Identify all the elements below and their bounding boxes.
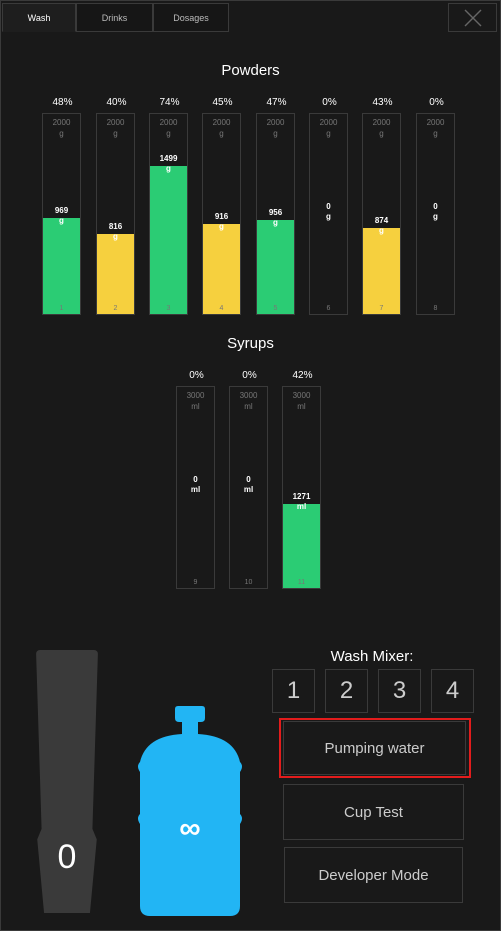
tank-fill-level [257,220,294,314]
syrup-tank-10: 0% 3000 ml 0 ml 10 [229,370,268,589]
tank-capacity: 2000 g [372,118,391,138]
wash-mixer-button-4[interactable]: 4 [431,669,474,713]
wash-mixer-button-1[interactable]: 1 [272,669,315,713]
tank-capacity: 3000 ml [239,391,258,411]
tank-fill-level [43,218,80,314]
close-button[interactable] [448,3,497,32]
tank-number: 3 [166,305,171,312]
tank-percent: 43% [372,97,393,108]
water-level-label: ∞ [179,812,201,845]
syrup-tank-11: 42% 3000 ml 1271 ml 11 [282,370,321,589]
tank-number: 7 [379,305,384,312]
powder-tank-8: 0% 2000 g 0 g 8 [416,97,455,315]
powder-tank-2: 40% 2000 g 816 g 2 [96,97,135,315]
tank-percent: 0% [242,370,257,381]
tab-wash[interactable]: Wash [2,3,76,32]
water-bottle-icon [138,706,242,916]
powder-tank-6: 0% 2000 g 0 g 6 [309,97,348,315]
tank-percent: 45% [212,97,233,108]
powder-tank-1: 48% 2000 g 969 g 1 [42,97,81,315]
tank-fill-level [283,504,320,588]
tab-dosages[interactable]: Dosages [153,3,229,32]
powder-tank-7: 43% 2000 g 874 g 7 [362,97,401,315]
tank-fill-level [150,166,187,314]
tank-percent: 0% [322,97,337,108]
tank-capacity: 2000 g [266,118,285,138]
powder-tank-4: 45% 2000 g 916 g 4 [202,97,241,315]
tank-number: 6 [326,305,331,312]
tank-percent: 0% [429,97,444,108]
tank-current-amount: 0 ml [190,475,201,494]
tank-capacity: 2000 g [52,118,71,138]
wash-mixer-button-2[interactable]: 2 [325,669,368,713]
tank-current-amount: 969 g [54,206,69,225]
tank-capacity: 2000 g [319,118,338,138]
tank-percent: 0% [189,370,204,381]
developer-mode-button[interactable]: Developer Mode [284,847,463,903]
tank-current-amount: 916 g [214,212,229,231]
syrup-tank-9: 0% 3000 ml 0 ml 9 [176,370,215,589]
tab-drinks[interactable]: Drinks [76,3,153,32]
tank-percent: 48% [52,97,73,108]
tank-number: 5 [273,305,278,312]
powder-tank-5: 47% 2000 g 956 g 5 [256,97,295,315]
powders-title: Powders [221,62,280,79]
cup-test-button[interactable]: Cup Test [283,784,464,840]
powder-tank-3: 74% 2000 g 1499 g 3 [149,97,188,315]
tank-capacity: 2000 g [212,118,231,138]
selection-highlight [279,718,471,778]
tank-capacity: 3000 ml [292,391,311,411]
tank-number: 1 [59,305,64,312]
tank-current-amount: 1499 g [159,154,178,173]
tank-number: 8 [433,305,438,312]
syrups-title: Syrups [227,335,274,352]
tank-capacity: 2000 g [426,118,445,138]
close-icon [464,9,481,26]
tank-capacity: 2000 g [159,118,178,138]
tank-capacity: 2000 g [106,118,125,138]
tank-current-amount: 956 g [268,208,283,227]
cup-count: 0 [57,838,77,876]
tank-current-amount: 816 g [108,222,123,241]
tank-capacity: 3000 ml [186,391,205,411]
tank-fill-level [203,224,240,314]
tank-percent: 42% [292,370,313,381]
tank-percent: 74% [159,97,180,108]
tank-fill-level [363,228,400,314]
tank-current-amount: 0 ml [243,475,254,494]
wash-mixer-title: Wash Mixer: [330,648,414,665]
tank-current-amount: 874 g [374,216,389,235]
tank-fill-level [97,234,134,314]
tank-number: 11 [297,579,306,586]
tank-number: 4 [219,305,224,312]
tank-number: 2 [113,305,118,312]
wash-mixer-button-3[interactable]: 3 [378,669,421,713]
tank-current-amount: 0g [326,202,331,221]
tank-current-amount: 1271 ml [292,492,311,511]
tank-percent: 40% [106,97,127,108]
tank-number: 10 [244,579,253,586]
tank-number: 9 [193,579,198,586]
tank-current-amount: 0g [433,202,438,221]
tank-percent: 47% [266,97,287,108]
